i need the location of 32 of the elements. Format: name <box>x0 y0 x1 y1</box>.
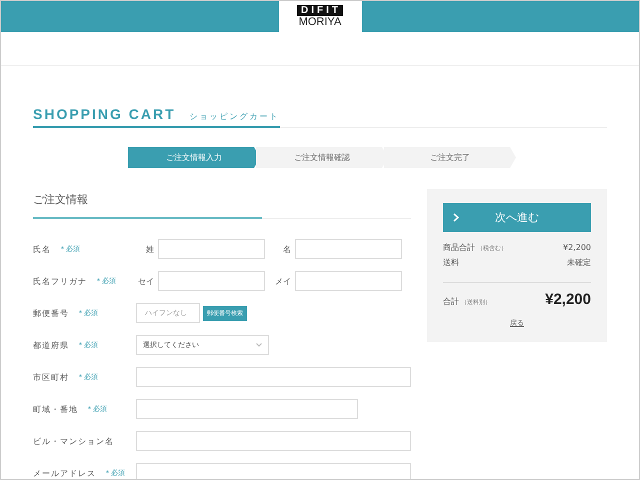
logo[interactable]: DIFIT MORIYA <box>278 1 362 32</box>
input-field[interactable] <box>136 463 411 479</box>
input-field[interactable] <box>295 239 402 259</box>
field-label: 都道府県 <box>33 340 69 350</box>
total-value: ¥2,200 <box>545 291 591 308</box>
section-title: ご注文情報 <box>33 189 262 219</box>
field-label: 郵便番号 <box>33 308 69 318</box>
input-field[interactable] <box>136 367 411 387</box>
progress-step: ご注文完了 <box>384 147 516 168</box>
field-label: メールアドレス <box>33 468 96 478</box>
field-sublabel: セイ <box>137 276 155 286</box>
field-label: 氏名フリガナ <box>33 276 87 286</box>
field-label: ビル・マンション名 <box>33 436 114 446</box>
page-title: SHOPPING CART <box>33 106 176 122</box>
field-label: 町域・番地 <box>33 404 78 414</box>
input-field[interactable] <box>158 271 265 291</box>
field-label: 市区町村 <box>33 372 69 382</box>
summary-label: 送料 <box>443 257 459 268</box>
field-label: 氏名 <box>33 244 51 254</box>
field-sublabel: 名 <box>282 244 292 254</box>
input-field[interactable] <box>158 239 265 259</box>
summary-value: ¥2,200 <box>563 243 591 252</box>
input-field[interactable] <box>295 271 402 291</box>
input-field[interactable] <box>136 399 358 419</box>
input-field[interactable] <box>136 431 411 451</box>
next-button[interactable]: 次へ進む <box>443 203 591 232</box>
field-sublabel: 姓 <box>145 244 155 254</box>
chevron-down-icon <box>256 343 262 347</box>
page-subtitle: ショッピングカート <box>190 111 280 122</box>
summary-value: 未確定 <box>567 257 591 268</box>
chevron-right-icon <box>453 213 459 222</box>
field-sublabel: メイ <box>274 276 292 286</box>
